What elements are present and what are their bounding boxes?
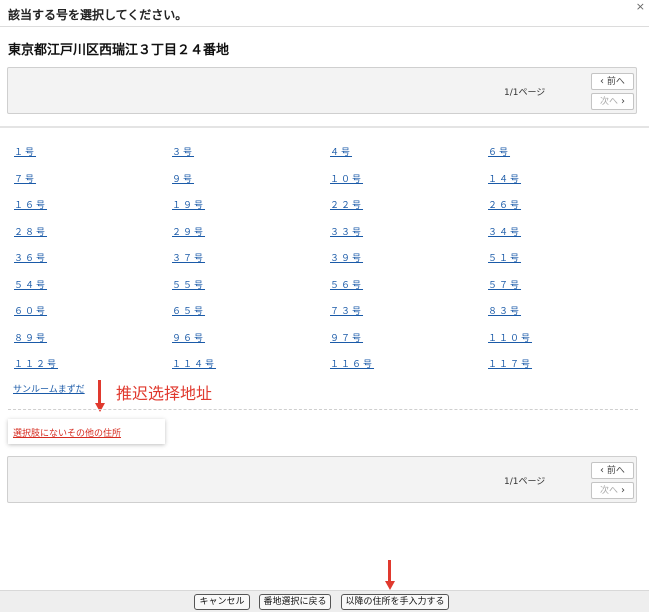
next-label: 次へ (600, 97, 619, 107)
number-link[interactable]: ２２号 (330, 198, 488, 225)
sun-room-link[interactable]: サンルームまずだ (13, 382, 85, 395)
annotation-arrow-shaft (388, 560, 391, 582)
number-link[interactable]: １１７号 (488, 357, 634, 384)
number-link[interactable]: ４号 (330, 145, 488, 172)
number-link[interactable]: ２６号 (488, 198, 634, 225)
pager-bottom: 1/1ページ ‹ 前へ 次へ › (7, 456, 637, 503)
number-link[interactable]: ９号 (172, 172, 330, 199)
number-link[interactable]: ８３号 (488, 304, 634, 331)
number-link[interactable]: ５５号 (172, 278, 330, 305)
number-link[interactable]: ３９号 (330, 251, 488, 278)
chevron-left-icon: ‹ (600, 465, 605, 476)
number-grid: １号 ３号 ４号 ６号 ７号 ９号 １０号 １４号 １６号 １９号 ２２号 ２６… (14, 145, 634, 384)
other-address-link[interactable]: 選択肢にないその他の住所 (13, 426, 121, 439)
number-link[interactable]: １９号 (172, 198, 330, 225)
number-link[interactable]: ５１号 (488, 251, 634, 278)
number-link[interactable]: ２９号 (172, 225, 330, 252)
number-link[interactable]: ２８号 (14, 225, 172, 252)
number-link[interactable]: ６０号 (14, 304, 172, 331)
number-link[interactable]: ３３号 (330, 225, 488, 252)
number-link[interactable]: ３４号 (488, 225, 634, 252)
address-heading: 東京都江戸川区西瑞江３丁目２４番地 (8, 43, 230, 58)
number-link[interactable]: ７３号 (330, 304, 488, 331)
manual-entry-button[interactable]: 以降の住所を手入力する (341, 594, 449, 610)
chevron-right-icon: › (620, 485, 625, 496)
number-link[interactable]: ５７号 (488, 278, 634, 305)
section-divider (8, 409, 638, 410)
number-link[interactable]: ５４号 (14, 278, 172, 305)
number-link[interactable]: ３７号 (172, 251, 330, 278)
other-address-box: 選択肢にないその他の住所 (8, 419, 165, 444)
number-link[interactable]: １号 (14, 145, 172, 172)
pager-top: 1/1ページ ‹ 前へ 次へ › (7, 67, 637, 114)
dialog-title: 該当する号を選択してください。 (8, 8, 188, 22)
prev-label: 前へ (606, 466, 625, 476)
number-link[interactable]: ７号 (14, 172, 172, 199)
number-link[interactable]: １１０号 (488, 331, 634, 358)
number-link[interactable]: ６号 (488, 145, 634, 172)
cancel-button[interactable]: キャンセル (194, 594, 250, 610)
number-link[interactable]: １４号 (488, 172, 634, 199)
number-link[interactable]: １０号 (330, 172, 488, 199)
page-info: 1/1ページ (504, 88, 546, 98)
list-divider (0, 126, 649, 128)
number-link[interactable]: １１６号 (330, 357, 488, 384)
chevron-left-icon: ‹ (600, 76, 605, 87)
back-to-block-button[interactable]: 番地選択に戻る (259, 594, 331, 610)
next-page-button[interactable]: 次へ › (591, 482, 634, 499)
number-link[interactable]: ９６号 (172, 331, 330, 358)
header-divider (0, 26, 649, 27)
next-label: 次へ (600, 486, 619, 496)
page-info: 1/1ページ (504, 477, 546, 487)
annotation-arrow-head (94, 403, 105, 412)
number-link[interactable]: ９７号 (330, 331, 488, 358)
number-link[interactable]: ３号 (172, 145, 330, 172)
annotation-text: 推迟选择地址 (116, 384, 213, 403)
number-link[interactable]: ６５号 (172, 304, 330, 331)
number-link[interactable]: ３６号 (14, 251, 172, 278)
prev-label: 前へ (606, 77, 625, 87)
close-icon[interactable]: × (636, 0, 645, 13)
annotation-arrow-shaft (98, 380, 101, 404)
number-link[interactable]: １６号 (14, 198, 172, 225)
footer-bar: キャンセル 番地選択に戻る 以降の住所を手入力する (0, 590, 649, 612)
number-link[interactable]: ５６号 (330, 278, 488, 305)
prev-page-button[interactable]: ‹ 前へ (591, 73, 634, 90)
chevron-right-icon: › (620, 96, 625, 107)
next-page-button[interactable]: 次へ › (591, 93, 634, 110)
annotation-arrow-head (384, 581, 395, 590)
prev-page-button[interactable]: ‹ 前へ (591, 462, 634, 479)
number-link[interactable]: ８９号 (14, 331, 172, 358)
